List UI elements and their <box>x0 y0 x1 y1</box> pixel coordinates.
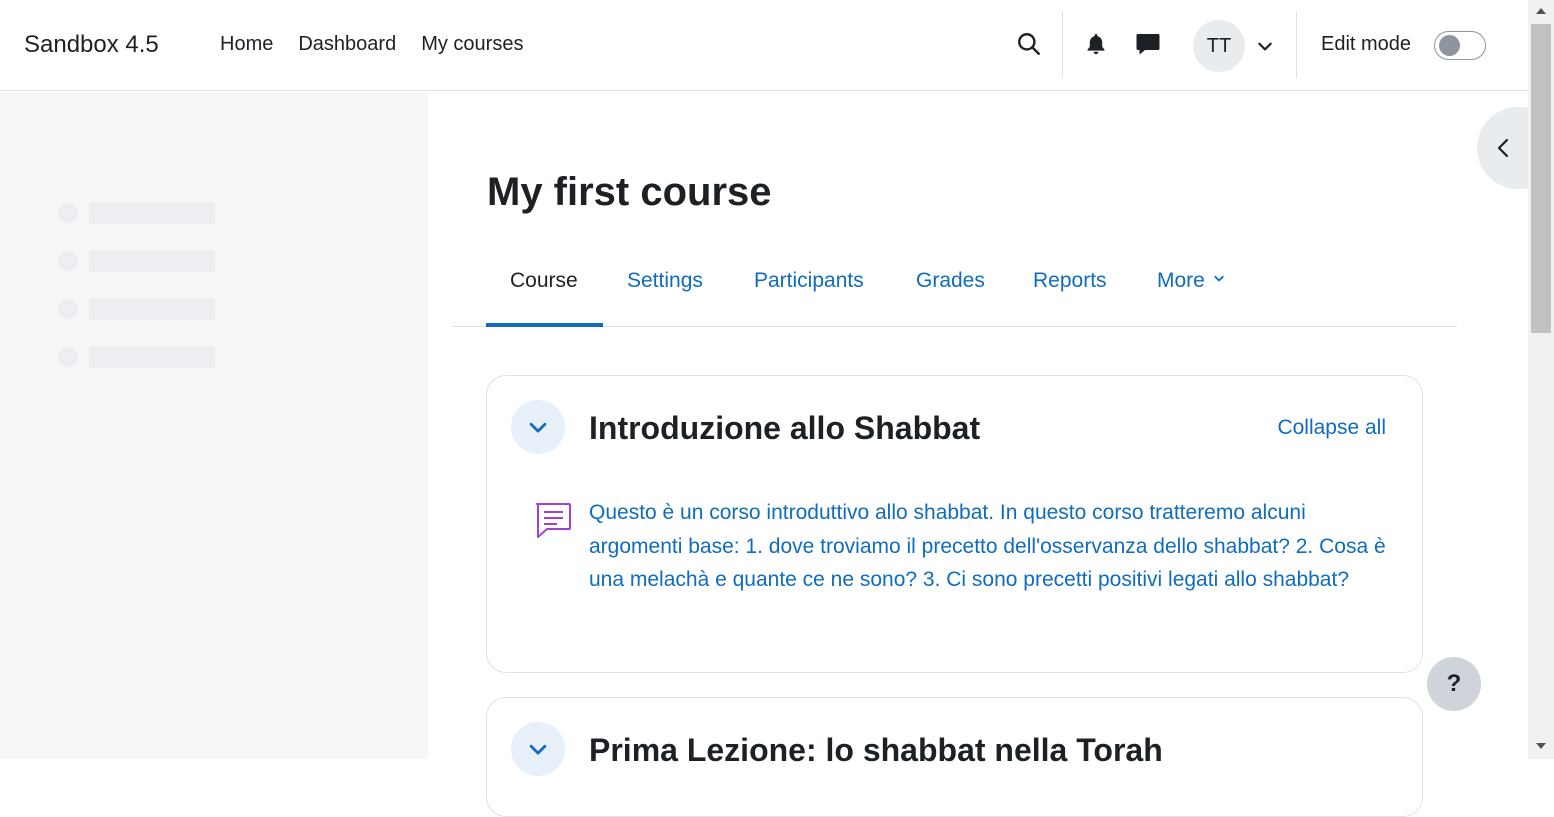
toggle-knob <box>1439 35 1460 56</box>
help-button[interactable]: ? <box>1427 657 1481 711</box>
tab-course[interactable]: Course <box>510 269 578 293</box>
section-collapse-button[interactable] <box>511 722 565 776</box>
scroll-up-arrow-icon[interactable] <box>1536 8 1546 14</box>
active-tab-indicator <box>486 323 603 327</box>
top-navbar: Sandbox 4.5 Home Dashboard My courses TT… <box>0 0 1528 91</box>
page-title: My first course <box>487 170 772 214</box>
tab-more-label: More <box>1157 269 1205 292</box>
tab-reports[interactable]: Reports <box>1033 269 1107 293</box>
chevron-down-icon[interactable] <box>1256 37 1274 55</box>
course-secondary-nav: Course Settings Participants Grades Repo… <box>452 255 1457 327</box>
nav-my-courses-link[interactable]: My courses <box>421 33 523 56</box>
site-brand-link[interactable]: Sandbox 4.5 <box>24 31 159 59</box>
user-avatar[interactable]: TT <box>1193 20 1245 72</box>
edit-mode-label: Edit mode <box>1321 33 1412 55</box>
chevron-down-icon <box>1214 275 1224 282</box>
primary-navigation: Home Dashboard My courses <box>220 33 548 56</box>
tab-settings[interactable]: Settings <box>627 269 703 293</box>
course-section: Introduzione allo Shabbat Collapse all Q… <box>486 375 1423 673</box>
section-collapse-button[interactable] <box>511 400 565 454</box>
page-scrollbar[interactable] <box>1528 0 1554 759</box>
section-title[interactable]: Introduzione allo Shabbat <box>589 410 980 447</box>
section-title[interactable]: Prima Lezione: lo shabbat nella Torah <box>589 732 1163 769</box>
tab-grades[interactable]: Grades <box>916 269 985 293</box>
tab-participants[interactable]: Participants <box>754 269 864 293</box>
forum-icon <box>536 503 571 538</box>
course-index-drawer <box>0 92 428 759</box>
navbar-divider <box>1296 11 1297 78</box>
chevron-down-icon <box>529 422 547 433</box>
search-icon[interactable] <box>1015 30 1043 58</box>
navbar-divider <box>1062 11 1063 78</box>
collapse-all-link[interactable]: Collapse all <box>1277 416 1386 440</box>
nav-dashboard-link[interactable]: Dashboard <box>298 33 396 56</box>
notification-bell-icon[interactable] <box>1082 30 1110 58</box>
scrollbar-thumb[interactable] <box>1531 24 1551 333</box>
scroll-down-arrow-icon[interactable] <box>1536 743 1546 749</box>
tab-more[interactable]: More <box>1157 269 1225 293</box>
activity-link[interactable]: Questo è un corso introduttivo allo shab… <box>589 496 1389 597</box>
nav-home-link[interactable]: Home <box>220 33 273 56</box>
course-section: Prima Lezione: lo shabbat nella Torah <box>486 697 1423 817</box>
edit-mode-toggle[interactable] <box>1434 31 1486 60</box>
messages-icon[interactable] <box>1134 30 1162 58</box>
chevron-down-icon <box>529 744 547 755</box>
chevron-left-icon <box>1497 138 1509 158</box>
